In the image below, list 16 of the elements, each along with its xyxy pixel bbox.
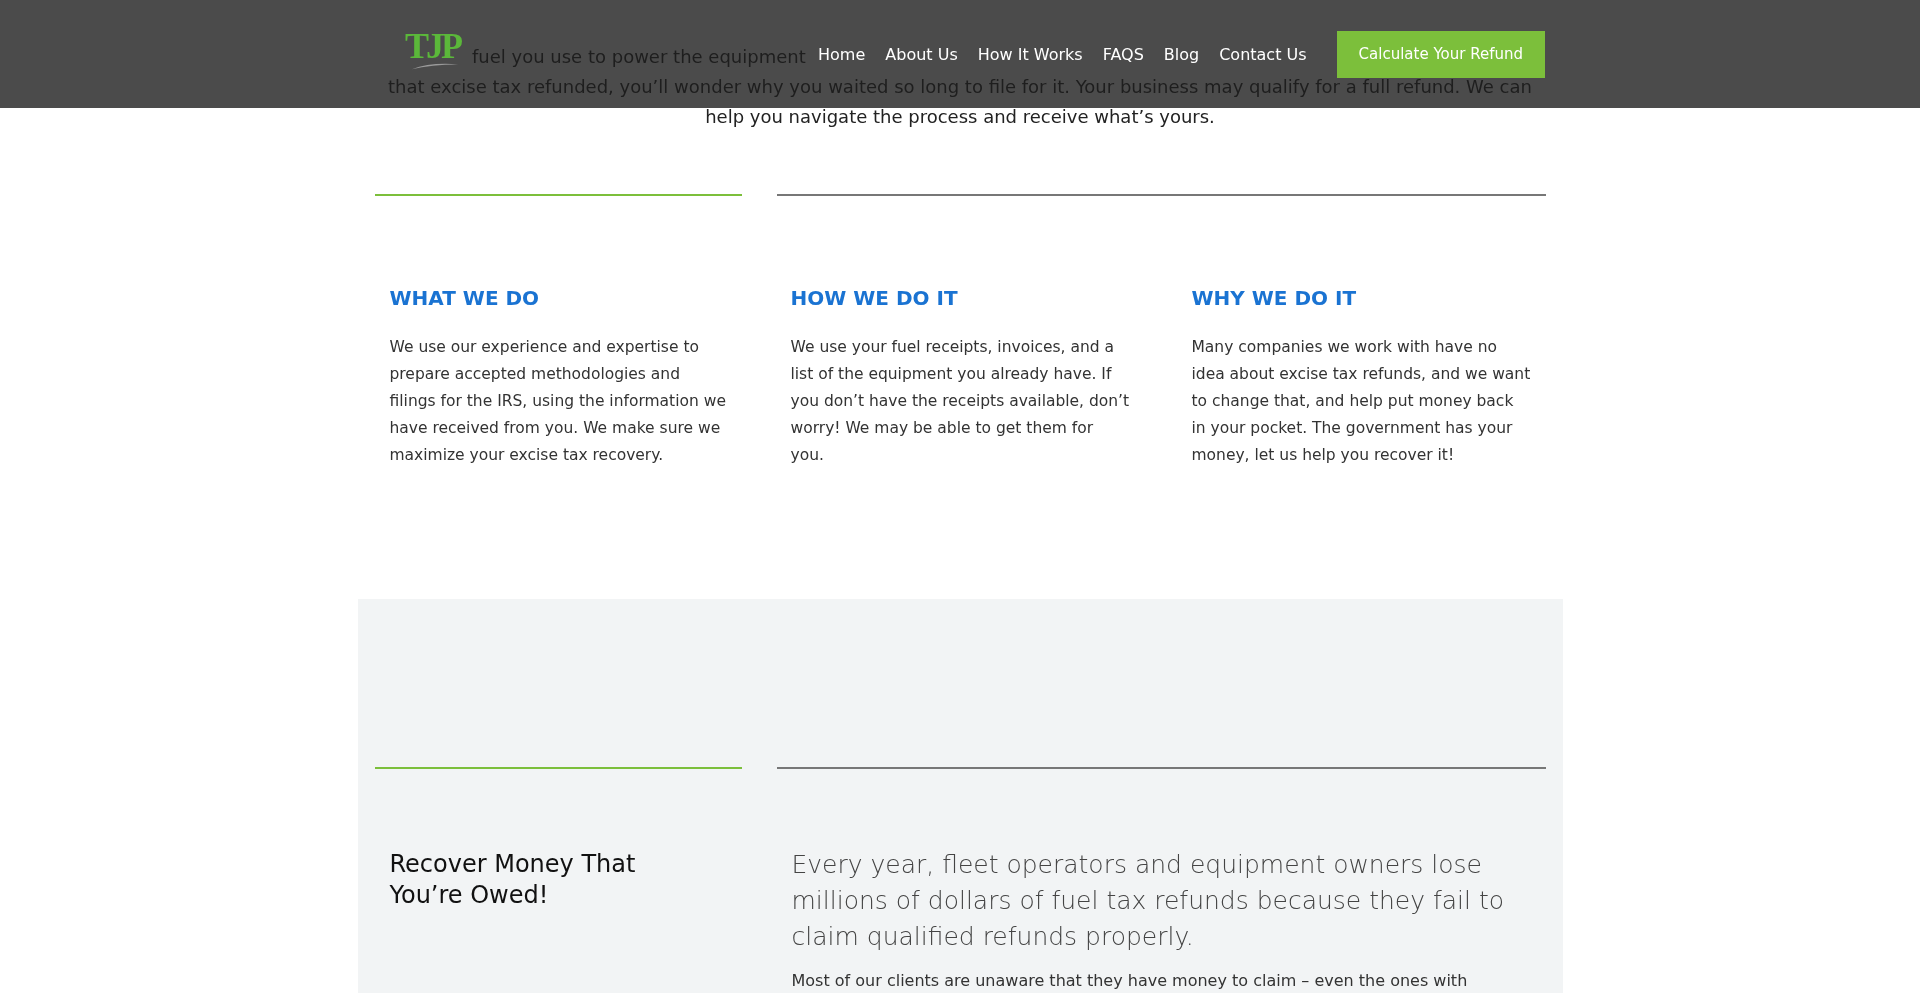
nav-link[interactable]: About Us xyxy=(885,44,958,64)
column-heading: HOW WE DO IT xyxy=(790,286,959,310)
column-heading: WHY WE DO IT xyxy=(1191,286,1358,310)
nav-link[interactable]: Blog xyxy=(1163,44,1200,64)
column-text: We use our experience and expertise to prepare accepted methodologies and filings for the IRS, using the information we have received from you. We make sure we maximize your excise tax recovery. xyxy=(389,337,727,466)
section-heading: Recover Money That You’re Owed! xyxy=(389,849,637,911)
column-heading: WHAT WE DO xyxy=(389,286,541,310)
nav-link[interactable]: Home xyxy=(818,44,866,64)
lead-text: Every year, fleet operators and equipment owners lose millions of dollars of fuel tax refunds because they fail to claim qualified refunds properly. xyxy=(791,849,1506,953)
column-text: Many companies we work with have no idea about excise tax refunds, and we want to change that, and help put money back in your pocket. The government has your money, let us help you recover it! xyxy=(1191,337,1531,466)
nav-link[interactable]: FAQS xyxy=(1102,44,1144,64)
intro-text: help you navigate the process and receive what’s yours. xyxy=(705,105,1215,129)
nav-link[interactable]: Contact Us xyxy=(1219,44,1307,64)
nav-link[interactable]: How It Works xyxy=(977,44,1083,64)
body-text: Most of our clients are unaware that they have money to claim – even the ones with xyxy=(791,971,1469,990)
column-text: We use your fuel receipts, invoices, and a list of the equipment you already have. If you don’t have the receipts available, don’t worry! We may be able to get them for you. xyxy=(790,337,1130,466)
